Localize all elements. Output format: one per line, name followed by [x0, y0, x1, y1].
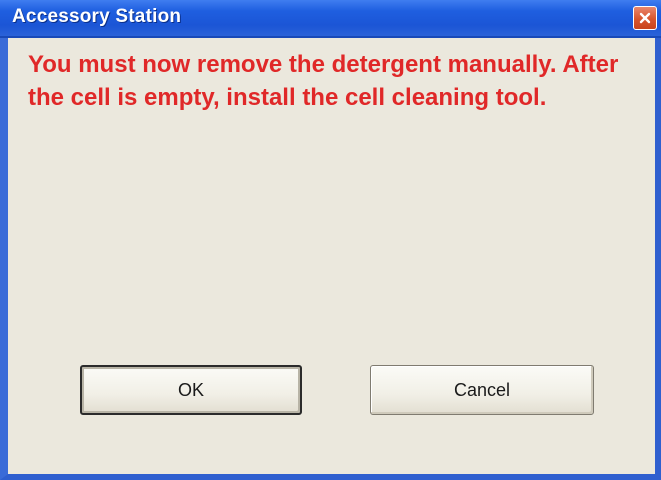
close-icon — [638, 11, 652, 25]
title-bar[interactable]: Accessory Station — [0, 0, 661, 38]
window-title: Accessory Station — [12, 6, 182, 27]
dialog-window: Accessory Station You must now remove th… — [0, 0, 661, 480]
close-button[interactable] — [633, 6, 657, 30]
ok-button[interactable]: OK — [80, 365, 302, 415]
cancel-button[interactable]: Cancel — [370, 365, 594, 415]
instruction-message: You must now remove the detergent manual… — [28, 51, 619, 111]
